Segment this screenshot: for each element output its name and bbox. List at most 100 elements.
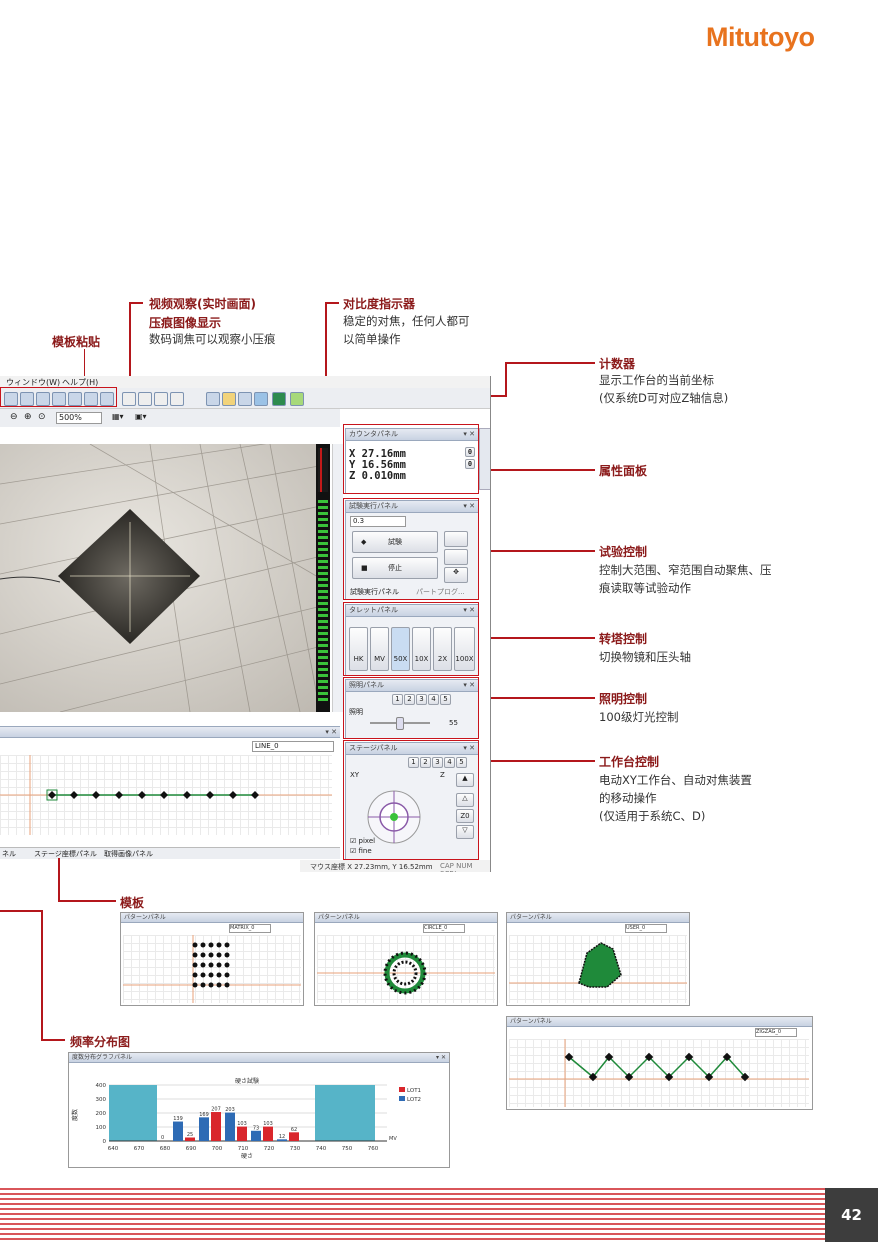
- property-panel-tab[interactable]: [479, 428, 490, 490]
- tool-icon[interactable]: [206, 392, 220, 406]
- property-title: 属性面板: [599, 464, 648, 478]
- pattern-select[interactable]: LINE_0: [252, 741, 334, 752]
- histogram-chart: 硬さ試験度数 0 100 200 300 400 640 670 680 690 700 710 720…: [71, 1077, 421, 1160]
- template-title: 模板: [120, 896, 145, 910]
- contrast-indicator: [316, 444, 330, 712]
- histogram-panel-header: 度数分布グラフパネル ▾ ✕: [69, 1053, 449, 1063]
- lower-tabs: ネル ステージ座標パネル 取得画像パネル: [0, 847, 340, 859]
- x-tick-label: 710: [238, 1146, 249, 1152]
- template-select-circle[interactable]: CIRCLE_0: [423, 924, 465, 933]
- test-text2: 痕读取等试验动作: [599, 581, 691, 595]
- x-tick-label: 700: [212, 1146, 223, 1152]
- bar-lot2: [251, 1130, 261, 1141]
- tool-icon[interactable]: [138, 392, 152, 406]
- stage-text1: 电动XY工作台、自动对焦装置: [599, 773, 752, 787]
- histogram-leader-h: [41, 1039, 65, 1041]
- video-scrollbar[interactable]: [332, 444, 343, 712]
- test-highlight: [343, 498, 479, 600]
- template-select-zigzag[interactable]: ZIGZAG_0: [755, 1028, 797, 1037]
- lighting-title: 照明控制: [599, 692, 648, 706]
- tool-icon[interactable]: [122, 392, 136, 406]
- data-label: 73: [253, 1125, 259, 1131]
- x-tick-label: 750: [342, 1146, 353, 1152]
- template-leader-v: [58, 858, 60, 902]
- data-label: 103: [237, 1121, 247, 1127]
- tool-icon[interactable]: [290, 392, 304, 406]
- data-label: 62: [291, 1127, 297, 1133]
- tab-captured-images[interactable]: 取得画像パネル: [104, 849, 153, 859]
- counter-text2: (仅系统D可对应Z轴信息): [599, 391, 729, 405]
- template-circle-panel: パターンパネル CIRCLE_0: [314, 912, 498, 1006]
- template-zigzag-panel: パターンパネル ZIGZAG_0: [506, 1016, 813, 1110]
- template-panel-header: パターンパネル: [507, 1017, 812, 1027]
- bar-lot1: [211, 1112, 221, 1141]
- indentation-image: [0, 444, 330, 712]
- zoom-fit-icon[interactable]: ⊙: [38, 412, 46, 422]
- x-tick-label: 730: [290, 1146, 301, 1152]
- template-panel-header: パターンパネル: [315, 913, 497, 923]
- test-leader: [478, 550, 595, 552]
- data-label: 25: [187, 1132, 193, 1138]
- y-axis-label: 度数: [71, 1109, 79, 1121]
- histogram-panel: 度数分布グラフパネル ▾ ✕ 硬さ試験 度数 0 100 200 300 400 640 670 6…: [68, 1052, 450, 1168]
- live-video-view[interactable]: [0, 444, 330, 712]
- grid-icon[interactable]: ▦▾: [112, 412, 124, 421]
- x-tick-label: 640: [108, 1146, 119, 1152]
- legend-swatch: [399, 1096, 405, 1101]
- test-title: 试验控制: [599, 545, 648, 559]
- zoom-in-icon[interactable]: ⊕: [24, 412, 32, 422]
- y-tick-label: 200: [96, 1111, 107, 1117]
- matrix-pattern: [123, 935, 301, 1003]
- x-tick-label: 670: [134, 1146, 145, 1152]
- pattern-canvas[interactable]: [0, 755, 332, 835]
- overlay-icon[interactable]: ▣▾: [135, 412, 147, 421]
- video-text: 数码调焦可以观察小压痕: [149, 332, 276, 346]
- turret-highlight: [343, 602, 479, 676]
- data-label: 103: [263, 1121, 273, 1127]
- app-screenshot: ウィンドウ(W) ヘルプ(H) ⊖ ⊕ ⊙ 500% ▦▾ ▣▾ カウンタパネル…: [0, 376, 491, 872]
- tab-stage-coords[interactable]: ステージ座標パネル: [34, 849, 97, 859]
- counter-text1: 显示工作台的当前坐标: [599, 373, 714, 387]
- template-matrix-panel: パターンパネル MATRIX_0: [120, 912, 304, 1006]
- template-panel-header: パターンパネル: [121, 913, 303, 923]
- tool-icon[interactable]: [222, 392, 236, 406]
- zoom-select[interactable]: 500%: [56, 412, 102, 424]
- mouse-coords: マウス座標 X 27.23mm, Y 16.52mm: [310, 863, 433, 871]
- tool-icon[interactable]: [170, 392, 184, 406]
- x-tick-label: 680: [160, 1146, 171, 1152]
- turret-leader: [478, 637, 595, 639]
- toolbar-zoom: ⊖ ⊕ ⊙ 500% ▦▾ ▣▾: [0, 409, 340, 427]
- stage-text2: 的移动操作: [599, 791, 657, 805]
- data-label: 207: [211, 1107, 221, 1113]
- data-label: 203: [225, 1107, 235, 1113]
- template-leader-h: [58, 900, 116, 902]
- tool-icon[interactable]: [254, 392, 268, 406]
- test-text1: 控制大范围、窄范围自动聚焦、压: [599, 563, 772, 577]
- bar-lot2: [225, 1112, 235, 1141]
- zoom-out-icon[interactable]: ⊖: [10, 412, 18, 422]
- y-tick-label: 0: [103, 1139, 107, 1145]
- tool-icon[interactable]: [154, 392, 168, 406]
- legend-label: LOT2: [407, 1097, 421, 1103]
- tool-icon[interactable]: [272, 392, 286, 406]
- property-leader: [486, 469, 595, 471]
- tab-panel[interactable]: ネル: [2, 849, 16, 859]
- contrast-bars: [318, 448, 328, 701]
- turret-title: 转塔控制: [599, 632, 648, 646]
- template-select-matrix[interactable]: MATRIX_0: [229, 924, 271, 933]
- template-paste-label: 模板粘贴: [52, 335, 101, 349]
- bar-lot2: [173, 1121, 183, 1141]
- template-select-user[interactable]: USER_0: [625, 924, 667, 933]
- counter-leader-v: [505, 362, 507, 397]
- y-tick-label: 100: [96, 1125, 107, 1131]
- data-label: 0: [161, 1135, 164, 1141]
- tool-icon[interactable]: [238, 392, 252, 406]
- pattern-panel: ▾ ✕ LINE_0 ネル ステージ座標パネル 取得画像パネル: [0, 726, 340, 859]
- stage-leader: [478, 760, 595, 762]
- bar-lot1: [237, 1126, 247, 1141]
- counter-title: 计数器: [599, 357, 636, 371]
- stage-title: 工作台控制: [599, 755, 660, 769]
- lighting-text: 100级灯光控制: [599, 710, 679, 724]
- status-bar: マウス座標 X 27.23mm, Y 16.52mm CAP NUM SCRL: [300, 860, 490, 872]
- page-number: 42: [825, 1188, 878, 1242]
